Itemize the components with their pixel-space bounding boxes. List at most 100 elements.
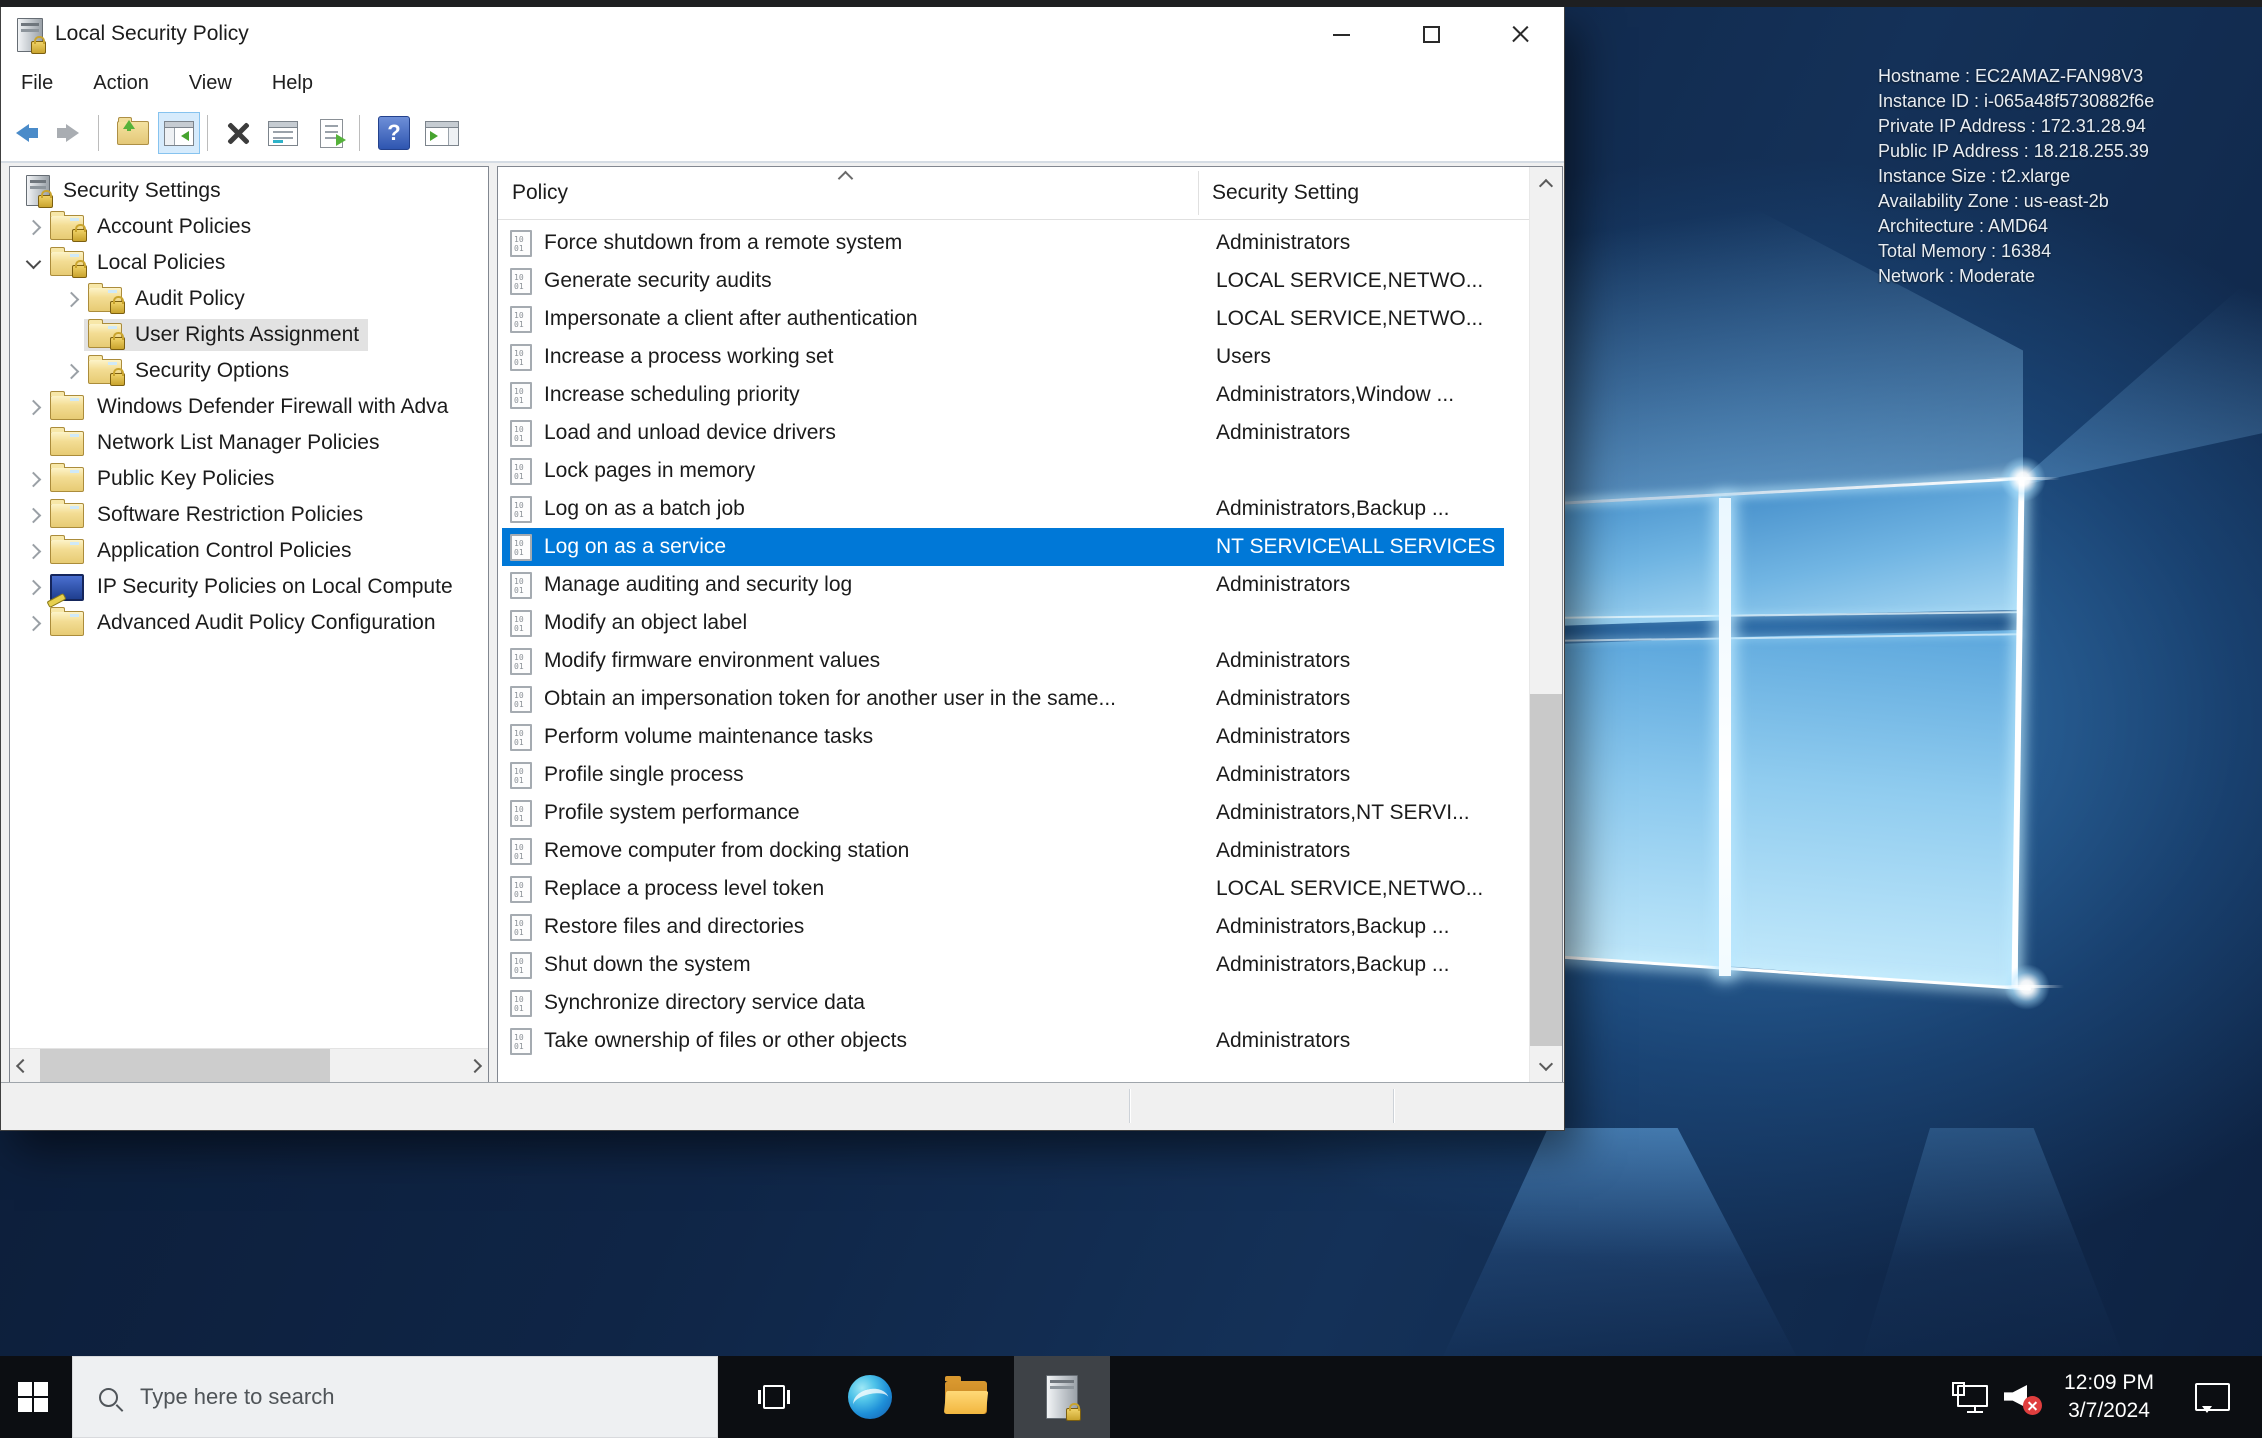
menu-file[interactable]: File <box>21 72 53 95</box>
minimize-button[interactable] <box>1297 7 1386 61</box>
chevron-left-icon <box>15 1058 31 1074</box>
policy-row[interactable]: Increase a process working set Users <box>502 338 1504 376</box>
policy-row[interactable]: Modify an object label <box>502 604 1504 642</box>
column-header-security-setting[interactable]: Security Setting <box>1212 181 1359 205</box>
expand-button[interactable] <box>20 219 46 235</box>
tree-horizontal-scrollbar[interactable] <box>10 1048 488 1083</box>
taskbar-clock[interactable]: 12:09 PM 3/7/2024 <box>2050 1356 2168 1438</box>
sysinfo-line: Instance Size : t2.xlarge <box>1878 166 2071 186</box>
delete-button[interactable] <box>220 115 256 151</box>
tree-item-account-policies[interactable]: Account Policies <box>10 209 488 245</box>
menu-view[interactable]: View <box>189 72 232 95</box>
taskbar-search[interactable] <box>72 1356 718 1438</box>
forward-button[interactable] <box>50 115 86 151</box>
network-tray-button[interactable] <box>1946 1356 1994 1438</box>
help-button[interactable]: ? <box>376 115 412 151</box>
expand-button[interactable] <box>20 543 46 559</box>
policy-row[interactable]: Profile single process Administrators <box>502 756 1504 794</box>
policy-row[interactable]: Obtain an impersonation token for anothe… <box>502 680 1504 718</box>
expand-button[interactable] <box>20 579 46 595</box>
policy-row[interactable]: Load and unload device drivers Administra… <box>502 414 1504 452</box>
expand-button[interactable] <box>58 363 84 379</box>
tree-item-user-rights-assignment[interactable]: User Rights Assignment <box>10 317 488 353</box>
taskbar: 12:09 PM 3/7/2024 <box>0 1356 2262 1438</box>
up-one-level-button[interactable] <box>115 115 151 151</box>
title-bar[interactable]: Local Security Policy <box>1 7 1564 61</box>
show-console-tree-toggle[interactable] <box>158 112 200 154</box>
policy-row[interactable]: Perform volume maintenance tasks Administ… <box>502 718 1504 756</box>
policy-row[interactable]: Increase scheduling priority Administrato… <box>502 376 1504 414</box>
policy-row[interactable]: Generate security audits LOCAL SERVICE,NE… <box>502 262 1504 300</box>
column-header-policy[interactable]: Policy <box>512 181 568 205</box>
scroll-up-button[interactable] <box>1530 167 1562 205</box>
local-security-policy-taskbar-button[interactable] <box>1014 1356 1110 1438</box>
maximize-button[interactable] <box>1386 7 1475 61</box>
security-setting: Administrators,Backup ... <box>1216 497 1450 520</box>
policy-row[interactable]: Modify firmware environment values Admini… <box>502 642 1504 680</box>
action-center-button[interactable] <box>2186 1356 2238 1438</box>
start-button[interactable] <box>0 1356 66 1438</box>
policy-row[interactable]: Replace a process level token LOCAL SERVI… <box>502 870 1504 908</box>
expand-button[interactable] <box>20 615 46 631</box>
network-icon <box>1952 1382 1988 1413</box>
policy-doc-icon <box>510 571 532 599</box>
tree: Security Settings Account Policies Local… <box>10 173 488 641</box>
expand-button[interactable] <box>20 471 46 487</box>
tree-item-audit-policy[interactable]: Audit Policy <box>10 281 488 317</box>
tree-item-application-control-policies[interactable]: Application Control Policies <box>10 533 488 569</box>
scrollbar-thumb[interactable] <box>1530 694 1562 1046</box>
policy-row[interactable]: Log on as a batch job Administrators,Back… <box>502 490 1504 528</box>
tree-item-local-policies[interactable]: Local Policies <box>10 245 488 281</box>
back-button[interactable] <box>9 115 45 151</box>
windows-logo-pane <box>1731 630 2018 988</box>
policy-row[interactable]: Impersonate a client after authenticatio… <box>502 300 1504 338</box>
expand-button[interactable] <box>20 507 46 523</box>
policy-row[interactable]: Shut down the system Administrators,Backu… <box>502 946 1504 984</box>
tree-item-software-restriction-policies[interactable]: Software Restriction Policies <box>10 497 488 533</box>
scroll-right-button[interactable] <box>462 1049 488 1083</box>
volume-tray-button[interactable] <box>1996 1356 2046 1438</box>
show-action-pane-toggle[interactable] <box>421 115 463 151</box>
policy-row[interactable]: Restore files and directories Administrat… <box>502 908 1504 946</box>
light-glint <box>1986 456 2060 502</box>
security-setting: Users <box>1216 345 1271 368</box>
menu-help[interactable]: Help <box>272 72 313 95</box>
console-tree-panel: Security Settings Account Policies Local… <box>9 166 489 1084</box>
policy-name: Impersonate a client after authenticatio… <box>544 307 918 330</box>
policy-row[interactable]: Profile system performance Administrators… <box>502 794 1504 832</box>
policy-row[interactable]: Take ownership of files or other objects… <box>502 1022 1504 1060</box>
policy-doc-icon <box>510 533 532 561</box>
collapse-button[interactable] <box>20 253 46 270</box>
expand-button[interactable] <box>20 399 46 415</box>
scrollbar-thumb[interactable] <box>40 1049 330 1083</box>
policy-row[interactable]: Manage auditing and security log Administ… <box>502 566 1504 604</box>
tree-item-public-key-policies[interactable]: Public Key Policies <box>10 461 488 497</box>
export-list-button[interactable] <box>313 115 349 151</box>
policy-row[interactable]: Remove computer from docking station Admi… <box>502 832 1504 870</box>
edge-taskbar-button[interactable] <box>822 1356 918 1438</box>
task-view-button[interactable] <box>726 1356 822 1438</box>
tree-item-network-list-manager[interactable]: Network List Manager Policies <box>10 425 488 461</box>
column-divider[interactable] <box>1198 171 1199 215</box>
status-bar-divider <box>1393 1089 1394 1123</box>
policy-row-log-on-as-a-service[interactable]: Log on as a service NT SERVICE\ALL SERVIC… <box>502 528 1504 566</box>
file-explorer-taskbar-button[interactable] <box>918 1356 1014 1438</box>
search-input[interactable] <box>138 1383 682 1411</box>
chevron-down-icon <box>1538 1056 1554 1072</box>
list-vertical-scrollbar[interactable] <box>1529 167 1562 1083</box>
tree-item-windows-defender-firewall[interactable]: Windows Defender Firewall with Adva <box>10 389 488 425</box>
scroll-left-button[interactable] <box>10 1049 36 1083</box>
properties-button[interactable] <box>265 115 301 151</box>
policy-row[interactable]: Synchronize directory service data <box>502 984 1504 1022</box>
scroll-down-button[interactable] <box>1530 1045 1562 1083</box>
policy-row[interactable]: Force shutdown from a remote system Admin… <box>502 224 1504 262</box>
tree-item-security-settings[interactable]: Security Settings <box>10 173 488 209</box>
lock-icon <box>31 36 46 54</box>
policy-row[interactable]: Lock pages in memory <box>502 452 1504 490</box>
menu-action[interactable]: Action <box>93 72 149 95</box>
expand-button[interactable] <box>58 291 84 307</box>
close-button[interactable] <box>1475 7 1564 61</box>
tree-item-security-options[interactable]: Security Options <box>10 353 488 389</box>
tree-item-ip-security-policies[interactable]: IP Security Policies on Local Compute <box>10 569 488 605</box>
tree-item-advanced-audit-policy[interactable]: Advanced Audit Policy Configuration <box>10 605 488 641</box>
